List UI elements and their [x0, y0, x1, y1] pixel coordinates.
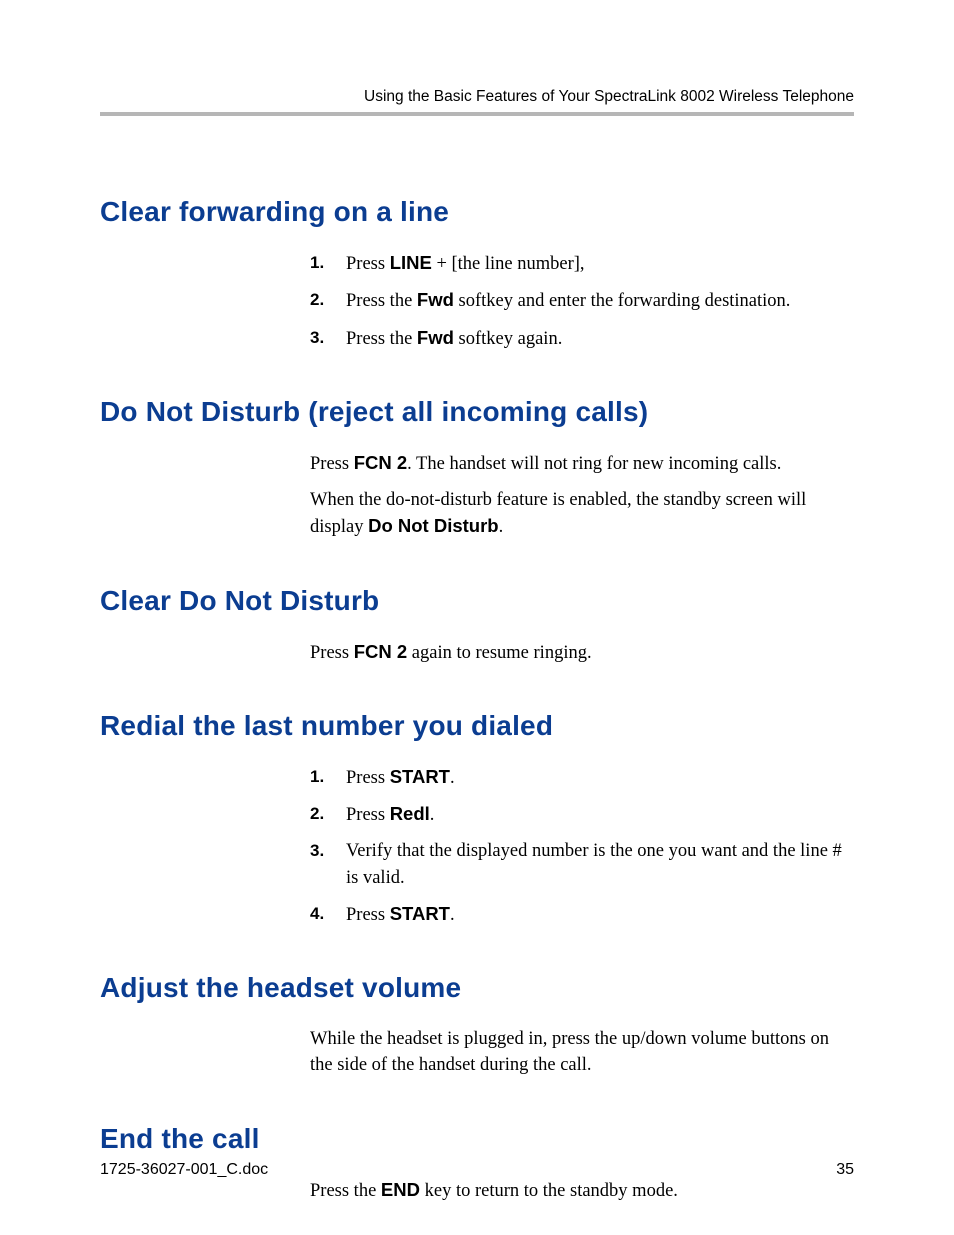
step-text: Press the Fwd softkey and enter the forw… [346, 291, 790, 311]
text: . [430, 805, 435, 825]
text: again to resume ringing. [407, 643, 591, 663]
step-number: 4. [310, 901, 324, 927]
list-item: 1. Press START. [310, 764, 854, 791]
footer-doc-id: 1725-36027-001_C.doc [100, 1161, 268, 1179]
text: softkey again. [454, 329, 562, 349]
step-text: Press Redl. [346, 805, 434, 825]
text: . [499, 517, 504, 537]
key-label: LINE [390, 252, 432, 273]
body-dnd: Press FCN 2. The handset will not ring f… [310, 450, 854, 541]
text: Press [346, 805, 390, 825]
section-redial: Redial the last number you dialed 1. Pre… [100, 710, 854, 928]
text: Press the [310, 1181, 381, 1201]
heading-clear-dnd: Clear Do Not Disturb [100, 585, 854, 617]
list-item: 2. Press Redl. [310, 801, 854, 828]
text: Press the [346, 329, 417, 349]
step-number: 2. [310, 801, 324, 827]
heading-clear-forwarding: Clear forwarding on a line [100, 196, 854, 228]
text: softkey and enter the forwarding destina… [454, 291, 791, 311]
list-item: 1. Press LINE + [the line number], [310, 250, 854, 277]
text: key to return to the standby mode. [420, 1181, 678, 1201]
text: Press [310, 454, 354, 474]
heading-volume: Adjust the headset volume [100, 972, 854, 1004]
step-number: 1. [310, 764, 324, 790]
body-redial: 1. Press START. 2. Press Redl. 3. Verify… [310, 764, 854, 928]
text: Press [310, 643, 354, 663]
section-volume: Adjust the headset volume While the head… [100, 972, 854, 1079]
step-number: 3. [310, 325, 324, 351]
text: Verify that the displayed number is the … [346, 841, 842, 887]
body-clear-dnd: Press FCN 2 again to resume ringing. [310, 639, 854, 666]
text: Press [346, 768, 390, 788]
body-end-call: Press the END key to return to the stand… [310, 1177, 854, 1204]
text: + [the line number], [432, 254, 585, 274]
key-label: FCN 2 [354, 641, 407, 662]
text: Press the [346, 291, 417, 311]
key-label: START [390, 903, 450, 924]
section-dnd: Do Not Disturb (reject all incoming call… [100, 396, 854, 541]
steps-clear-forwarding: 1. Press LINE + [the line number], 2. Pr… [310, 250, 854, 352]
text: . The handset will not ring for new inco… [407, 454, 781, 474]
page-footer: 1725-36027-001_C.doc 35 [100, 1161, 854, 1179]
steps-redial: 1. Press START. 2. Press Redl. 3. Verify… [310, 764, 854, 928]
step-number: 2. [310, 287, 324, 313]
heading-dnd: Do Not Disturb (reject all incoming call… [100, 396, 854, 428]
key-label: END [381, 1179, 420, 1200]
text: . [450, 905, 455, 925]
paragraph: Press the END key to return to the stand… [310, 1177, 854, 1204]
body-volume: While the headset is plugged in, press t… [310, 1026, 854, 1079]
running-header: Using the Basic Features of Your Spectra… [100, 88, 854, 116]
paragraph: While the headset is plugged in, press t… [310, 1026, 854, 1079]
step-number: 3. [310, 838, 324, 864]
key-label: Fwd [417, 289, 454, 310]
step-text: Verify that the displayed number is the … [346, 841, 842, 887]
step-text: Press START. [346, 768, 455, 788]
list-item: 4. Press START. [310, 901, 854, 928]
heading-redial: Redial the last number you dialed [100, 710, 854, 742]
key-label: START [390, 766, 450, 787]
list-item: 3. Press the Fwd softkey again. [310, 325, 854, 352]
paragraph: When the do-not-disturb feature is enabl… [310, 487, 854, 541]
list-item: 2. Press the Fwd softkey and enter the f… [310, 287, 854, 314]
key-label: Fwd [417, 327, 454, 348]
body-clear-forwarding: 1. Press LINE + [the line number], 2. Pr… [310, 250, 854, 352]
step-number: 1. [310, 250, 324, 276]
step-text: Press the Fwd softkey again. [346, 329, 562, 349]
text: Press [346, 905, 390, 925]
text: Press [346, 254, 390, 274]
list-item: 3. Verify that the displayed number is t… [310, 838, 854, 891]
page-content: Clear forwarding on a line 1. Press LINE… [100, 116, 854, 1204]
paragraph: Press FCN 2 again to resume ringing. [310, 639, 854, 666]
paragraph: Press FCN 2. The handset will not ring f… [310, 450, 854, 477]
key-label: Do Not Disturb [368, 515, 499, 536]
step-text: Press START. [346, 905, 455, 925]
section-clear-dnd: Clear Do Not Disturb Press FCN 2 again t… [100, 585, 854, 666]
step-text: Press LINE + [the line number], [346, 254, 585, 274]
page-container: Using the Basic Features of Your Spectra… [0, 0, 954, 1235]
text: . [450, 768, 455, 788]
key-label: FCN 2 [354, 452, 407, 473]
footer-page-number: 35 [836, 1161, 854, 1179]
section-clear-forwarding: Clear forwarding on a line 1. Press LINE… [100, 196, 854, 352]
heading-end-call: End the call [100, 1123, 854, 1155]
key-label: Redl [390, 803, 430, 824]
